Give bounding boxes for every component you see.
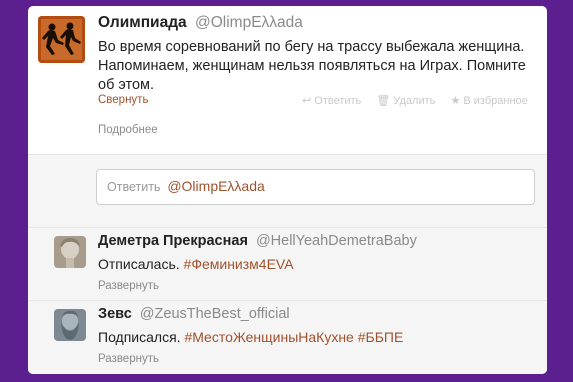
author-handle[interactable]: @OlimpΕλλada	[195, 14, 303, 31]
reply-section: Ответить @OlimpΕλλada Деметра Прекрасная…	[28, 154, 547, 374]
tweet-text: Во время соревнований по бегу на трассу …	[98, 39, 526, 93]
tweet-actions: ↩ Ответить 🗑 Удалить ★ В избранное	[290, 94, 528, 107]
reply-input[interactable]: Ответить @OlimpΕλλada	[96, 169, 535, 205]
hashtag-link[interactable]: #Феминизм4EVA	[184, 256, 294, 272]
collapse-link[interactable]: Свернуть	[98, 94, 148, 106]
author-handle[interactable]: @HellYeahDemetraBaby	[256, 233, 417, 249]
author-name[interactable]: Зевс	[98, 306, 132, 322]
details-link[interactable]: Подробнее	[98, 124, 158, 136]
tweet-card: Олимпиада @OlimpΕλλada Во время соревнов…	[28, 6, 547, 374]
main-tweet-header: Олимпиада @OlimpΕλλada	[98, 14, 303, 32]
tweet-text: Подписался. #МестоЖенщиныНаКухне #ББПЕ	[98, 328, 528, 347]
author-name[interactable]: Олимпиада	[98, 14, 187, 31]
hashtag-link[interactable]: #МестоЖенщиныНаКухне #ББПЕ	[184, 329, 403, 345]
reply-header: Зевс @ZeusTheBest_official	[98, 306, 290, 322]
main-tweet: Олимпиада @OlimpΕλλada Во время соревнов…	[28, 6, 547, 154]
olympic-runners-avatar[interactable]	[38, 16, 85, 63]
tweet-text: Отписалась. #Феминизм4EVA	[98, 255, 528, 274]
reply-mention: @OlimpΕλλada	[167, 178, 265, 194]
reply-tweet: Зевс @ZeusTheBest_official Подписался. #…	[28, 300, 547, 372]
favorite-button[interactable]: ★ В избранное	[450, 95, 527, 107]
tweet-text-body: Подписался.	[98, 329, 181, 345]
reply-tweet: Деметра Прекрасная @HellYeahDemetraBaby …	[28, 227, 547, 299]
author-name[interactable]: Деметра Прекрасная	[98, 233, 248, 249]
reply-button[interactable]: ↩ Ответить	[302, 95, 361, 107]
author-handle[interactable]: @ZeusTheBest_official	[140, 306, 290, 322]
delete-button[interactable]: 🗑 Удалить	[376, 95, 435, 107]
tweet-text-body: Отписалась.	[98, 256, 180, 272]
expand-link[interactable]: Развернуть	[98, 353, 159, 365]
reply-header: Деметра Прекрасная @HellYeahDemetraBaby	[98, 233, 417, 249]
zeus-statue-avatar[interactable]	[54, 309, 86, 341]
expand-link[interactable]: Развернуть	[98, 280, 159, 292]
greek-statue-avatar[interactable]	[54, 236, 86, 268]
reply-placeholder: Ответить	[107, 180, 161, 194]
